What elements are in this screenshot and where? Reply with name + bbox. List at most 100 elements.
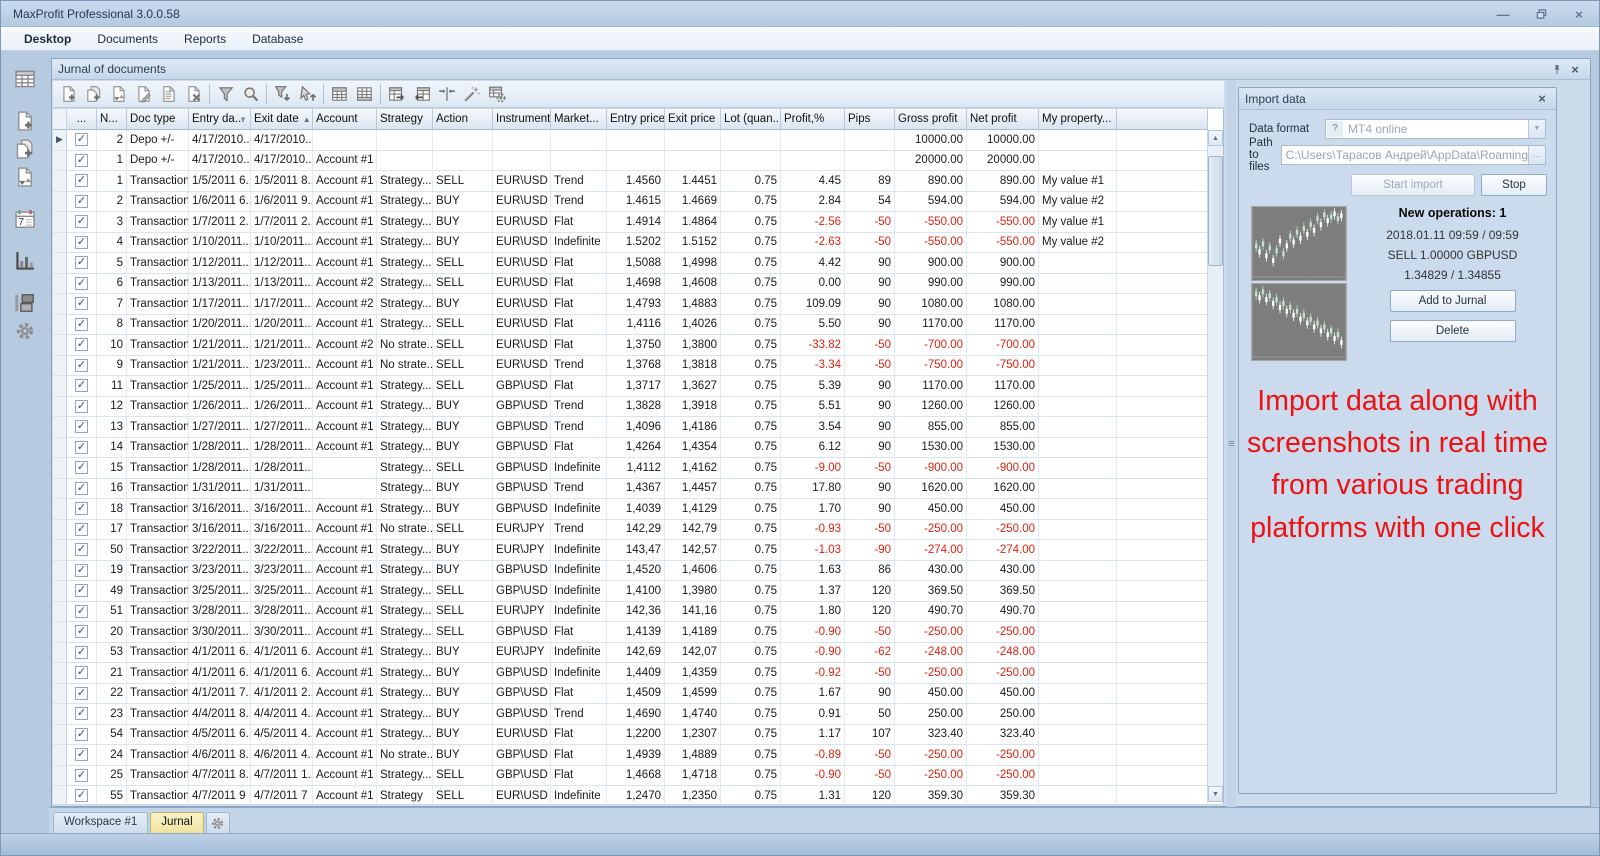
row-checkbox[interactable]: ✓ [75,276,88,290]
row-checkbox[interactable]: ✓ [75,584,88,598]
tab-jurnal[interactable]: Jurnal [150,812,204,833]
table-row[interactable]: ✓ 53 Transaction 4/1/2011 6... 4/1/2011 6...… [53,642,1208,663]
calendar-button[interactable]: 7 [8,205,42,233]
table-row[interactable]: ✓ 7 Transaction 1/17/2011... 1/17/2011... Acc… [53,294,1208,315]
table-row[interactable]: ✓ 55 Transaction 4/7/2011 9 4/7/2011 7 Accoun… [53,786,1208,804]
column-header-pips[interactable]: Pips [845,109,895,130]
row-checkbox[interactable]: ✓ [75,338,88,352]
row-checkbox[interactable]: ✓ [75,215,88,229]
column-header-lot-quan[interactable]: Lot (quan... [721,109,781,130]
table-row[interactable]: ✓ 9 Transaction 1/21/2011... 1/23/2011... Acc… [53,355,1208,376]
row-checkbox[interactable]: ✓ [75,563,88,577]
table-row[interactable]: ✓ 19 Transaction 3/23/2011... 3/23/2011... Ac… [53,560,1208,581]
pin-button[interactable] [1548,61,1566,77]
column-header-my-property[interactable]: My property... [1039,109,1117,130]
menu-database[interactable]: Database [239,29,316,49]
table-row[interactable]: ✓ 21 Transaction 4/1/2011 6... 4/1/2011 6...… [53,663,1208,684]
row-checkbox[interactable]: ✓ [75,789,88,803]
transfer-document-button[interactable] [106,82,131,106]
column-header-n[interactable]: N... [97,109,127,130]
row-checkbox[interactable]: ✓ [75,297,88,311]
table-row[interactable]: ✓ 20 Transaction 3/30/2011... 3/30/2011... Ac… [53,622,1208,643]
delete-document-button[interactable] [181,82,206,106]
row-checkbox[interactable]: ✓ [75,686,88,700]
table-row[interactable]: ✓ 1 Depo +/- 4/17/2010... 4/17/2010... Accoun… [53,150,1208,171]
row-checkbox[interactable]: ✓ [75,645,88,659]
add-document-button[interactable] [56,82,81,106]
table-row[interactable]: ✓ 4 Transaction 1/10/2011... 1/10/2011... Acc… [53,232,1208,253]
wizard-button[interactable] [459,82,484,106]
filter-export-button[interactable] [270,82,295,106]
filter-dropdown-icon[interactable]: ▼ [239,115,247,124]
scroll-up-button[interactable]: ▲ [1208,130,1223,146]
row-checkbox[interactable]: ✓ [75,666,88,680]
column-header-exit-price[interactable]: Exit price [665,109,721,130]
grid-settings-button[interactable] [484,82,509,106]
row-checkbox[interactable]: ✓ [75,768,88,782]
row-checkbox[interactable]: ✓ [75,522,88,536]
row-checkbox[interactable]: ✓ [75,317,88,331]
column-header-profit[interactable]: Profit,% [781,109,845,130]
column-header-net-profit[interactable]: Net profit [967,109,1039,130]
menu-desktop[interactable]: Desktop [11,29,84,49]
scroll-down-button[interactable]: ▼ [1208,786,1223,802]
table-row[interactable]: ✓ 8 Transaction 1/20/2011... 1/20/2011... Acc… [53,314,1208,335]
row-checkbox[interactable]: ✓ [75,748,88,762]
table-row[interactable]: ✓ 10 Transaction 1/21/2011... 1/21/2011... Ac… [53,335,1208,356]
table-row[interactable]: ✓ 22 Transaction 4/1/2011 7... 4/1/2011 2...… [53,683,1208,704]
row-checkbox[interactable]: ✓ [75,543,88,557]
table-row[interactable]: ✓ 16 Transaction 1/31/2011... 1/31/2011... St… [53,478,1208,499]
row-checkbox[interactable]: ✓ [75,440,88,454]
edit-document-button[interactable] [131,82,156,106]
column-header-entry-price[interactable]: Entry price [607,109,665,130]
copy-documents-button[interactable] [8,135,42,163]
row-checkbox[interactable]: ✓ [75,133,88,147]
stop-button[interactable]: Stop [1481,174,1547,196]
maximize-button[interactable] [1529,6,1553,22]
column-header-action[interactable]: Action [433,109,493,130]
add-to-jurnal-button[interactable]: Add to Jurnal [1389,290,1516,312]
table-row[interactable]: ✓ 23 Transaction 4/4/2011 8... 4/4/2011 4...… [53,704,1208,725]
search-button[interactable] [238,82,263,106]
table-row[interactable]: ✓ 1 Transaction 1/5/2011 6... 1/5/2011 8... A… [53,171,1208,192]
table-row[interactable]: ✓ 12 Transaction 1/26/2011... 1/26/2011... Ac… [53,396,1208,417]
table-row[interactable]: ✓ 14 Transaction 1/28/2011... 1/28/2011... Ac… [53,437,1208,458]
row-checkbox[interactable]: ✓ [75,399,88,413]
statistics-button[interactable] [8,247,42,275]
column-header-account[interactable]: Account [313,109,377,130]
view-document-button[interactable] [156,82,181,106]
import-table-button[interactable] [409,82,434,106]
table-row[interactable]: ✓ 25 Transaction 4/7/2011 8... 4/7/2011 1...… [53,765,1208,786]
pointer-import-button[interactable] [295,82,320,106]
panel-splitter[interactable]: ≡ [1227,80,1236,807]
row-checkbox[interactable]: ✓ [75,481,88,495]
transfer-documents-button[interactable] [8,163,42,191]
row-checkbox[interactable]: ✓ [75,235,88,249]
row-checkbox[interactable]: ✓ [75,358,88,372]
minimize-button[interactable]: — [1491,6,1515,22]
row-checkbox[interactable]: ✓ [75,153,88,167]
table-row[interactable]: ✓ 54 Transaction 4/5/2011 6... 4/5/2011 4...… [53,724,1208,745]
settings-button[interactable] [8,317,42,345]
column-header-exit-date[interactable]: Exit date ▲ [251,109,313,130]
table-row[interactable]: ✓ 15 Transaction 1/28/2011... 1/28/2011... St… [53,458,1208,479]
menu-documents[interactable]: Documents [84,29,171,49]
row-checkbox[interactable]: ✓ [75,256,88,270]
close-button[interactable]: × [1567,6,1591,22]
table-row[interactable]: ✓ 51 Transaction 3/28/2011... 3/28/2011... Ac… [53,601,1208,622]
row-checkbox[interactable]: ✓ [75,420,88,434]
panel-close-button[interactable]: × [1566,61,1584,77]
row-checkbox[interactable]: ✓ [75,707,88,721]
export-table-button[interactable] [384,82,409,106]
import-panel-close-button[interactable]: × [1534,91,1550,107]
table-row[interactable]: ✓ 24 Transaction 4/6/2011 8... 4/6/2011 4...… [53,745,1208,766]
new-document-button[interactable] [8,107,42,135]
menu-reports[interactable]: Reports [171,29,239,49]
table-row[interactable]: ✓ 13 Transaction 1/27/2011... 1/27/2011... Ac… [53,417,1208,438]
row-checkbox[interactable]: ✓ [75,379,88,393]
vertical-scrollbar[interactable]: ▲ ▼ [1207,130,1223,802]
column-header-strategy[interactable]: Strategy [377,109,433,130]
table-row[interactable]: ✓ 11 Transaction 1/25/2011... 1/25/2011... Ac… [53,376,1208,397]
table-row[interactable]: ✓ 6 Transaction 1/13/2011... 1/13/2011... Acc… [53,273,1208,294]
database-button[interactable] [8,289,42,317]
